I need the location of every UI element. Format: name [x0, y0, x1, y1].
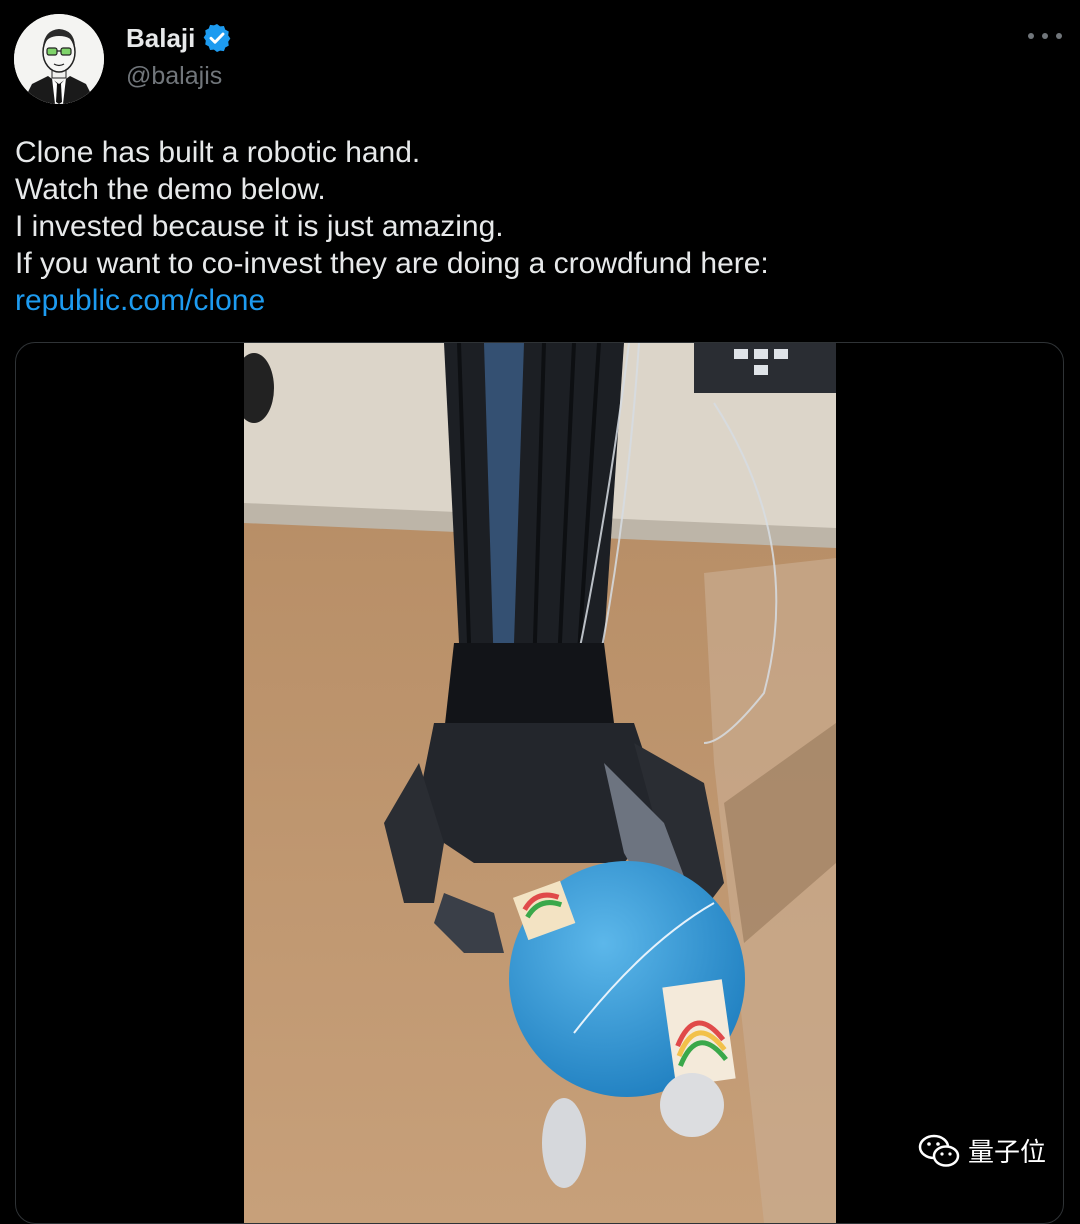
video-frame[interactable]: [244, 343, 836, 1223]
verified-badge-icon: [204, 24, 231, 52]
tweet-link[interactable]: republic.com/clone: [15, 282, 1055, 319]
tweet-line: I invested because it is just amazing.: [15, 210, 504, 243]
tweet-line: If you want to co-invest they are doing …: [15, 247, 769, 280]
robotic-hand-video-frame: [244, 343, 836, 1223]
tweet-line: Watch the demo below.: [15, 173, 326, 206]
tweet-line: Clone has built a robotic hand.: [15, 136, 421, 169]
tweet-text: Clone has built a robotic hand. Watch th…: [15, 134, 1055, 319]
avatar-portrait-icon: [14, 14, 104, 104]
video-player[interactable]: [15, 342, 1064, 1224]
more-dot: [1028, 33, 1034, 39]
wechat-watermark: 量子位: [918, 1132, 1046, 1169]
more-dot: [1056, 33, 1062, 39]
author-name-row[interactable]: Balaji: [126, 22, 233, 54]
watermark-label: 量子位: [968, 1137, 1047, 1167]
author-handle[interactable]: @balajis: [126, 62, 222, 91]
avatar[interactable]: [14, 14, 104, 104]
more-options-icon[interactable]: [1028, 24, 1062, 48]
more-dot: [1042, 33, 1048, 39]
author-display-name[interactable]: Balaji: [126, 23, 195, 54]
wechat-icon: [918, 1134, 960, 1167]
